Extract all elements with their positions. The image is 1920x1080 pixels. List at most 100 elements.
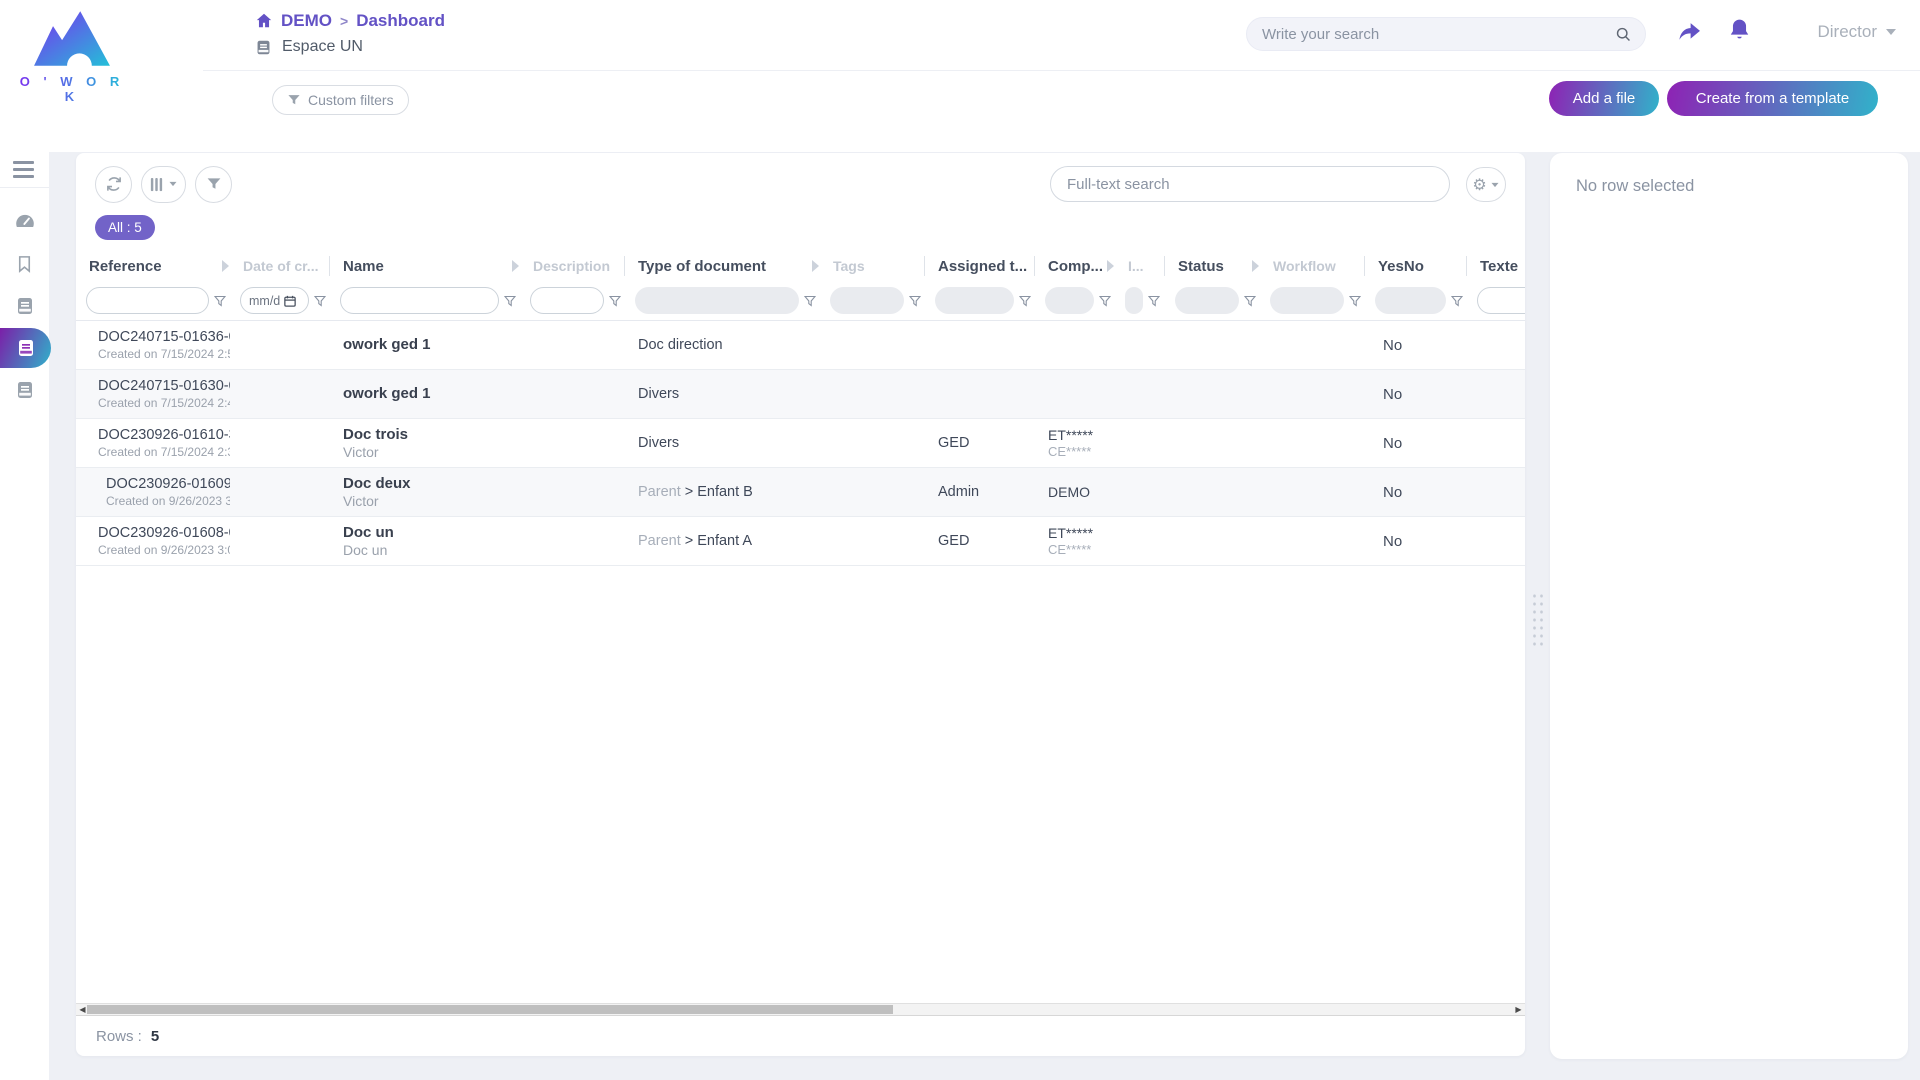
filter-select-status[interactable] — [1175, 287, 1239, 314]
doc-created: Created on 9/26/2023 3:09:45 AM — [106, 494, 230, 508]
menu-toggle-button[interactable] — [0, 152, 49, 188]
column-header-name[interactable]: Name — [330, 251, 520, 281]
filter-funnel-icon[interactable] — [314, 295, 326, 307]
custom-filters-button[interactable]: Custom filters — [272, 85, 409, 115]
refresh-button[interactable] — [95, 166, 132, 203]
table-toolbar: ⚙ — [76, 153, 1525, 215]
sidebar-item-documents[interactable] — [0, 286, 49, 326]
column-header-yesno[interactable]: YesNo — [1365, 251, 1467, 281]
filter-select-i[interactable] — [1125, 287, 1143, 314]
filter-select-type[interactable] — [635, 287, 799, 314]
calendar-icon — [284, 295, 296, 307]
column-header-date-of-creation[interactable]: Date of cr... — [230, 251, 330, 281]
filter-funnel-icon[interactable] — [1099, 295, 1111, 307]
table-empty-area — [76, 566, 1525, 1003]
sidebar-item-archives[interactable] — [0, 370, 49, 410]
create-from-template-button[interactable]: Create from a template — [1667, 81, 1878, 116]
column-header-status[interactable]: Status — [1165, 251, 1260, 281]
column-header-assigned-to[interactable]: Assigned t... — [925, 251, 1035, 281]
scrollbar-thumb[interactable] — [87, 1005, 893, 1014]
doc-reference: DOC230926-01608-0 — [98, 525, 230, 541]
column-header-texte[interactable]: Texte — [1467, 251, 1525, 281]
filter-select-workflow[interactable] — [1270, 287, 1344, 314]
filter-select-tags[interactable] — [830, 287, 904, 314]
gauge-icon — [14, 211, 36, 233]
global-search — [1246, 17, 1646, 51]
doc-reference: DOC240715-01636-0 — [98, 329, 230, 345]
horizontal-scrollbar[interactable]: ◀ ▶ — [76, 1003, 1525, 1016]
rows-label: Rows : — [96, 1028, 142, 1045]
doc-yesno: No — [1365, 386, 1467, 403]
table-row[interactable]: DOC240715-01636-0 Created on 7/15/2024 2… — [76, 321, 1525, 370]
chevron-down-icon — [1491, 182, 1498, 186]
sidebar-item-dashboard[interactable] — [0, 202, 49, 242]
filter-funnel-icon[interactable] — [804, 295, 816, 307]
top-header: O ' W O R K DEMO > Dashboard Espace UN — [0, 0, 1920, 152]
detail-panel: No row selected — [1550, 153, 1908, 1059]
filter-input-description[interactable] — [530, 287, 604, 314]
filter-funnel-icon[interactable] — [504, 295, 516, 307]
filter-input-texte[interactable] — [1477, 287, 1525, 314]
header-divider — [203, 70, 1920, 71]
filter-funnel-icon[interactable] — [1019, 295, 1031, 307]
app-logo[interactable]: O ' W O R K — [16, 8, 128, 104]
scroll-right-arrow[interactable]: ▶ — [1512, 1004, 1525, 1015]
filter-select-yesno[interactable] — [1375, 287, 1446, 314]
table-settings-button[interactable]: ⚙ — [1466, 167, 1506, 202]
panel-resize-handle[interactable] — [1531, 592, 1546, 650]
doc-name: Doc un — [343, 524, 520, 541]
doc-reference: DOC230926-01609-0 — [106, 476, 230, 492]
share-button[interactable] — [1676, 18, 1703, 48]
column-header-description[interactable]: Description — [520, 251, 625, 281]
fulltext-search-input[interactable] — [1050, 166, 1450, 202]
doc-created: Created on 7/15/2024 2:55:38 AM — [98, 347, 230, 361]
filter-funnel-icon[interactable] — [1244, 295, 1256, 307]
doc-yesno: No — [1365, 337, 1467, 354]
column-header-company[interactable]: Comp... — [1035, 251, 1115, 281]
filter-date-created[interactable]: mm/d — [240, 287, 309, 314]
filter-funnel-icon[interactable] — [1349, 295, 1361, 307]
global-search-input[interactable] — [1260, 25, 1615, 44]
column-header-reference[interactable]: Reference — [76, 251, 230, 281]
breadcrumb-root[interactable]: DEMO — [281, 11, 332, 31]
filter-select-assigned[interactable] — [935, 287, 1014, 314]
all-rows-badge[interactable]: All : 5 — [95, 215, 155, 240]
filter-funnel-icon[interactable] — [609, 295, 621, 307]
filter-funnel-icon[interactable] — [214, 295, 226, 307]
filter-select-company[interactable] — [1045, 287, 1094, 314]
doc-name: Doc trois — [343, 426, 520, 443]
filter-button[interactable] — [195, 166, 232, 203]
column-header-type-of-document[interactable]: Type of document — [625, 251, 820, 281]
table-row[interactable]: DOC240715-01630-0 Created on 7/15/2024 2… — [76, 370, 1525, 419]
chevron-down-icon — [1886, 29, 1896, 35]
column-header-i[interactable]: I... — [1115, 251, 1165, 281]
filter-funnel-icon[interactable] — [1451, 295, 1463, 307]
user-role-menu[interactable]: Director — [1817, 22, 1896, 42]
search-icon[interactable] — [1615, 26, 1632, 43]
filter-input-reference[interactable] — [86, 287, 209, 314]
sidebar-item-ged-active[interactable] — [0, 328, 51, 368]
column-picker-button[interactable] — [141, 166, 186, 203]
table-row[interactable]: w DOC230926-01609-0 Created on 9/26/2023… — [76, 468, 1525, 517]
notebook-icon — [255, 39, 272, 56]
filter-funnel-icon[interactable] — [909, 295, 921, 307]
doc-yesno: No — [1365, 435, 1467, 452]
filter-input-name[interactable] — [340, 287, 499, 314]
notifications-button[interactable] — [1727, 17, 1752, 47]
table-header-row: Reference Date of cr... Name Description… — [76, 251, 1525, 281]
user-role-label: Director — [1817, 22, 1877, 42]
add-file-button[interactable]: Add a file — [1549, 81, 1659, 116]
column-header-tags[interactable]: Tags — [820, 251, 925, 281]
home-icon[interactable] — [255, 12, 273, 30]
doc-type: > Enfant B — [685, 484, 753, 500]
share-forward-icon — [1676, 18, 1703, 45]
table-row[interactable]: DOC230926-01608-0 Created on 9/26/2023 3… — [76, 517, 1525, 566]
logo-mountain-icon — [28, 8, 116, 74]
breadcrumb-current[interactable]: Dashboard — [356, 11, 445, 31]
table-row[interactable]: DOC230926-01610-3 Created on 7/15/2024 2… — [76, 419, 1525, 468]
sidebar-item-bookmarks[interactable] — [0, 244, 49, 284]
logo-wordmark: O ' W O R K — [16, 74, 128, 104]
doc-created: Created on 9/26/2023 3:08:43 AM — [98, 543, 230, 557]
filter-funnel-icon[interactable] — [1148, 295, 1160, 307]
column-header-workflow[interactable]: Workflow — [1260, 251, 1365, 281]
